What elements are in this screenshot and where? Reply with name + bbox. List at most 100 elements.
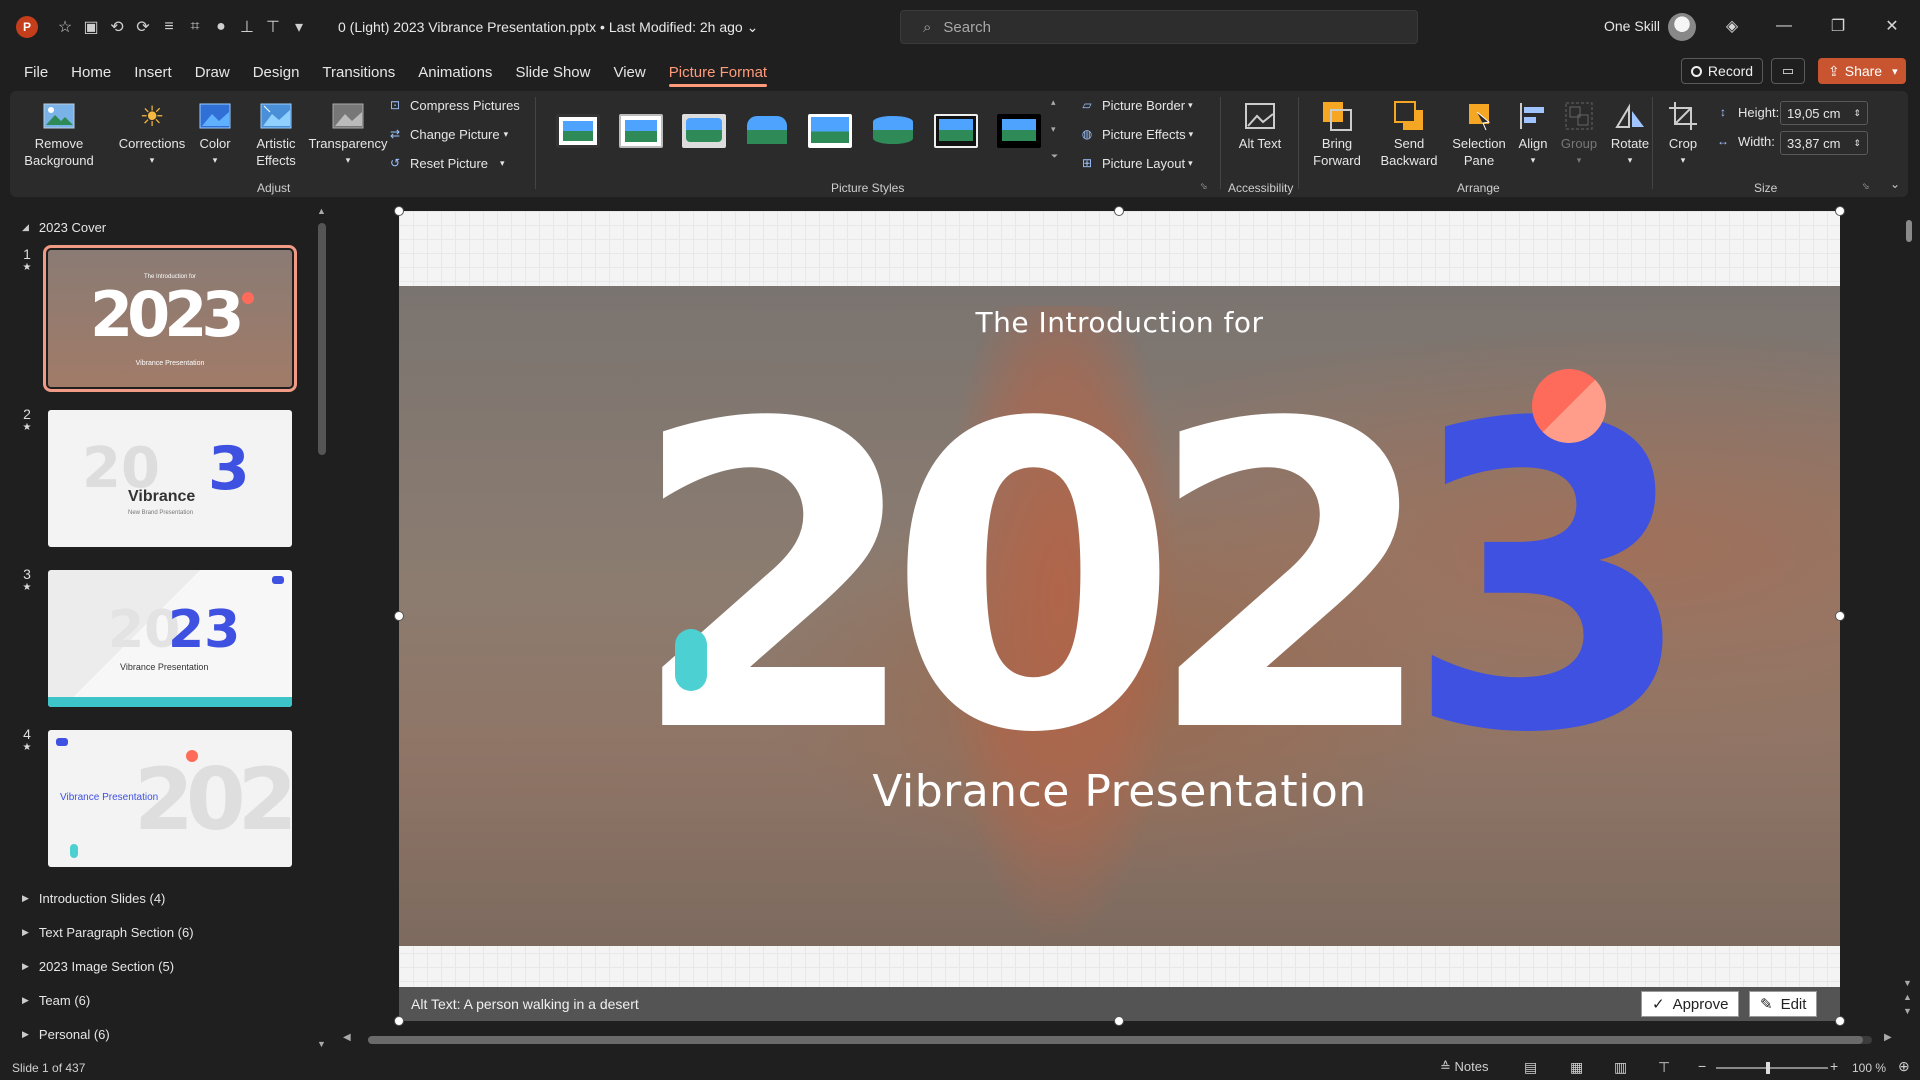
artistic-effects-button[interactable]: Artistic Effects — [242, 99, 310, 169]
section-text-paragraph[interactable]: ▶ Text Paragraph Section (6) — [22, 925, 194, 940]
scroll-right-arrow-icon[interactable]: ▶ — [1884, 1032, 1892, 1043]
reset-picture-button[interactable]: ↺ Reset Picture ▾ — [386, 155, 505, 171]
rotate-button[interactable]: Rotate ▾ — [1602, 99, 1658, 169]
slide-thumbnail-2[interactable]: 20 3 Vibrance New Brand Presentation — [48, 410, 292, 547]
height-field[interactable]: 19,05 cm ⇕ — [1780, 101, 1868, 125]
shapes-qa-icon[interactable]: ● — [208, 14, 234, 40]
fit-to-window-icon[interactable]: ⊕ — [1898, 1058, 1910, 1075]
distribute-qa-icon[interactable]: ⊤ — [260, 14, 286, 40]
premium-diamond-icon[interactable]: ◈ — [1720, 14, 1744, 38]
gallery-expand-icon[interactable]: ⏷ — [1051, 151, 1058, 162]
section-personal[interactable]: ▶ Personal (6) — [22, 1027, 110, 1042]
restore-icon[interactable]: ❐ — [1826, 14, 1850, 38]
slide-nav-arrows-icon[interactable]: ▼ ▲ ▼ — [1903, 976, 1912, 1018]
width-field[interactable]: 33,87 cm ⇕ — [1780, 131, 1868, 155]
reading-view-icon[interactable]: ▥ — [1614, 1059, 1627, 1076]
group-button[interactable]: Group ▾ — [1556, 99, 1602, 169]
section-2023-cover[interactable]: ◢ 2023 Cover — [22, 220, 106, 235]
format-painter-icon[interactable]: ≡ — [156, 14, 182, 40]
alt-text-button[interactable]: Alt Text — [1226, 99, 1294, 152]
tab-picture-format[interactable]: Picture Format — [668, 56, 768, 89]
tab-insert[interactable]: Insert — [134, 56, 172, 89]
size-dialog-launcher-icon[interactable]: ⬂ — [1862, 181, 1870, 192]
slide-subtitle-text[interactable]: Vibrance Presentation — [399, 766, 1840, 817]
picture-border-button[interactable]: ▱ Picture Border ▾ — [1078, 97, 1192, 113]
scroll-down-arrow-icon[interactable]: ▼ — [317, 1039, 326, 1049]
transparency-button[interactable]: Transparency ▾ — [306, 99, 390, 169]
record-button[interactable]: Record — [1681, 58, 1763, 84]
picture-style-thumb[interactable] — [682, 114, 726, 148]
customize-toolbar-icon[interactable]: ▾ — [286, 14, 312, 40]
zoom-in-icon[interactable]: + — [1830, 1058, 1838, 1074]
picture-style-thumb[interactable] — [745, 114, 789, 148]
section-introduction-slides[interactable]: ▶ Introduction Slides (4) — [22, 891, 165, 906]
close-icon[interactable]: ✕ — [1880, 14, 1904, 38]
zoom-slider-thumb[interactable] — [1766, 1062, 1770, 1074]
spinner-icon[interactable]: ⇕ — [1853, 138, 1861, 149]
picture-style-thumb[interactable] — [556, 114, 600, 148]
tab-design[interactable]: Design — [253, 56, 300, 89]
slide-thumbnail-3[interactable]: 20 23 Vibrance Presentation — [48, 570, 292, 707]
slide-thumbnail-1[interactable]: The Introduction for 2023 Vibrance Prese… — [43, 245, 297, 392]
horizontal-scrollbar[interactable] — [368, 1036, 1872, 1044]
teal-pill-shape[interactable] — [675, 629, 707, 691]
user-name[interactable]: One Skill — [1604, 18, 1660, 34]
picture-style-thumb[interactable] — [871, 114, 915, 148]
scroll-up-arrow-icon[interactable]: ▲ — [317, 206, 326, 216]
slideshow-view-icon[interactable]: ⊤ — [1658, 1059, 1670, 1076]
picture-style-thumb[interactable] — [619, 114, 663, 148]
search-input[interactable]: ⌕ Search — [900, 10, 1418, 44]
gallery-scroll-up-icon[interactable]: ▴ — [1051, 97, 1056, 108]
resize-handle-right[interactable] — [1835, 611, 1845, 621]
avatar[interactable] — [1668, 13, 1696, 41]
send-backward-button[interactable]: Send Backward — [1372, 99, 1446, 169]
section-team[interactable]: ▶ Team (6) — [22, 993, 90, 1008]
compress-pictures-button[interactable]: ⊡ Compress Pictures — [386, 97, 520, 113]
tab-slide-show[interactable]: Slide Show — [515, 56, 590, 89]
resize-handle-top-right[interactable] — [1835, 206, 1845, 216]
collapse-ribbon-icon[interactable]: ⌄ — [1890, 177, 1900, 191]
tab-draw[interactable]: Draw — [195, 56, 230, 89]
resize-handle-left[interactable] — [394, 611, 404, 621]
zoom-level[interactable]: 100 % — [1852, 1061, 1886, 1075]
normal-view-icon[interactable]: ▤ — [1524, 1059, 1537, 1076]
tab-file[interactable]: File — [24, 56, 48, 89]
crop-qa-icon[interactable]: ⌗ — [182, 14, 208, 40]
bring-forward-button[interactable]: Bring Forward — [1302, 99, 1372, 169]
color-button[interactable]: Color ▾ — [190, 99, 240, 169]
comments-button[interactable]: ▭ — [1771, 58, 1805, 84]
vertical-scrollbar-thumb[interactable] — [1906, 220, 1912, 242]
tab-animations[interactable]: Animations — [418, 56, 492, 89]
slides-panel-scrollbar[interactable] — [318, 223, 326, 455]
edit-button[interactable]: ✎ Edit — [1749, 991, 1818, 1017]
resize-handle-bottom-left[interactable] — [394, 1016, 404, 1026]
zoom-out-icon[interactable]: − — [1698, 1058, 1706, 1074]
document-title[interactable]: 0 (Light) 2023 Vibrance Presentation.ppt… — [338, 19, 758, 36]
slide-canvas[interactable]: The Introduction for 2023 Vibrance Prese… — [399, 211, 1840, 1021]
picture-effects-button[interactable]: ◍ Picture Effects ▾ — [1078, 126, 1193, 142]
horizontal-scroll-thumb[interactable] — [368, 1036, 1863, 1044]
redo-icon[interactable]: ⟳ — [130, 14, 156, 40]
picture-style-thumb[interactable] — [997, 114, 1041, 148]
undo-icon[interactable]: ⟲ — [104, 14, 130, 40]
slide-thumbnail-4[interactable]: 2023 Vibrance Presentation — [48, 730, 292, 867]
scroll-left-arrow-icon[interactable]: ◀ — [343, 1032, 351, 1043]
resize-handle-bottom-right[interactable] — [1835, 1016, 1845, 1026]
picture-style-thumb[interactable] — [808, 114, 852, 148]
spinner-icon[interactable]: ⇕ — [1853, 108, 1861, 119]
tab-transitions[interactable]: Transitions — [322, 56, 395, 89]
resize-handle-top-left[interactable] — [394, 206, 404, 216]
resize-handle-top[interactable] — [1114, 206, 1124, 216]
save-icon[interactable]: ▣ — [78, 14, 104, 40]
dialog-launcher-icon[interactable]: ⬂ — [1200, 181, 1208, 192]
zoom-slider[interactable] — [1716, 1062, 1828, 1074]
corrections-button[interactable]: ☀ Corrections ▾ — [114, 99, 190, 169]
share-button[interactable]: ⇪ Share ▾ — [1818, 58, 1906, 84]
align-qa-icon[interactable]: ⊥ — [234, 14, 260, 40]
slide-intro-text[interactable]: The Introduction for — [399, 306, 1840, 339]
slide-sorter-icon[interactable]: ▦ — [1570, 1059, 1583, 1076]
gallery-scroll-down-icon[interactable]: ▾ — [1051, 124, 1056, 135]
picture-layout-button[interactable]: ⊞ Picture Layout ▾ — [1078, 155, 1193, 171]
resize-handle-bottom[interactable] — [1114, 1016, 1124, 1026]
approve-button[interactable]: ✓ Approve — [1641, 991, 1740, 1017]
